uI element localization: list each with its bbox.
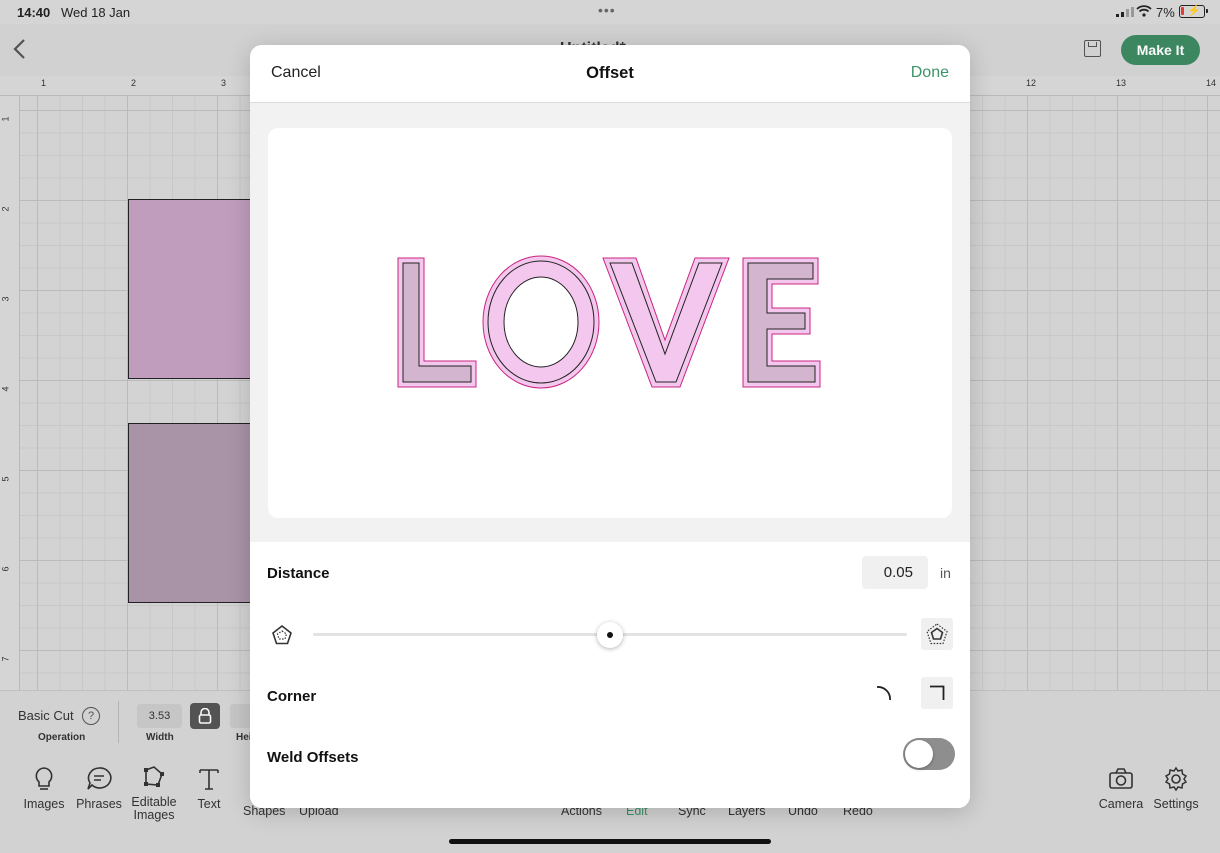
inset-pentagon-icon[interactable] (271, 624, 293, 646)
dialog-title: Offset (586, 64, 634, 82)
slider-thumb[interactable] (597, 622, 623, 648)
offset-dialog: Cancel Offset Done Distance 0.05 in Corn… (250, 45, 970, 808)
love-preview-graphic (397, 255, 821, 389)
home-indicator[interactable] (449, 839, 771, 844)
distance-label: Distance (267, 565, 330, 582)
corner-label: Corner (267, 688, 317, 705)
outset-button[interactable] (921, 618, 953, 650)
distance-input[interactable] (862, 556, 928, 589)
dialog-header: Cancel Offset Done (250, 45, 970, 103)
status-date: Wed 18 Jan (61, 5, 131, 20)
battery-percent: 7% (1156, 5, 1175, 20)
status-time: 14:40 (17, 5, 51, 20)
square-corner-icon (930, 685, 945, 700)
rounded-corner-icon[interactable] (874, 683, 894, 703)
weld-offsets-toggle[interactable] (903, 738, 955, 770)
outset-pentagon-icon (926, 623, 948, 645)
weld-offsets-label: Weld Offsets (267, 749, 359, 766)
distance-unit: in (940, 565, 951, 581)
cellular-signal-icon (1116, 7, 1134, 17)
wifi-icon (1136, 5, 1152, 17)
offset-controls: Distance in Corner Weld Offsets (250, 542, 970, 808)
status-bar: 14:40 Wed 18 Jan ••• 7% ⚡ (0, 0, 1220, 24)
square-corner-button[interactable] (921, 677, 953, 709)
preview-area (250, 103, 970, 542)
multitasking-dots-icon[interactable]: ••• (598, 2, 616, 18)
battery-icon: ⚡ (1179, 5, 1208, 18)
offset-preview (268, 128, 952, 518)
done-button[interactable]: Done (911, 64, 949, 82)
